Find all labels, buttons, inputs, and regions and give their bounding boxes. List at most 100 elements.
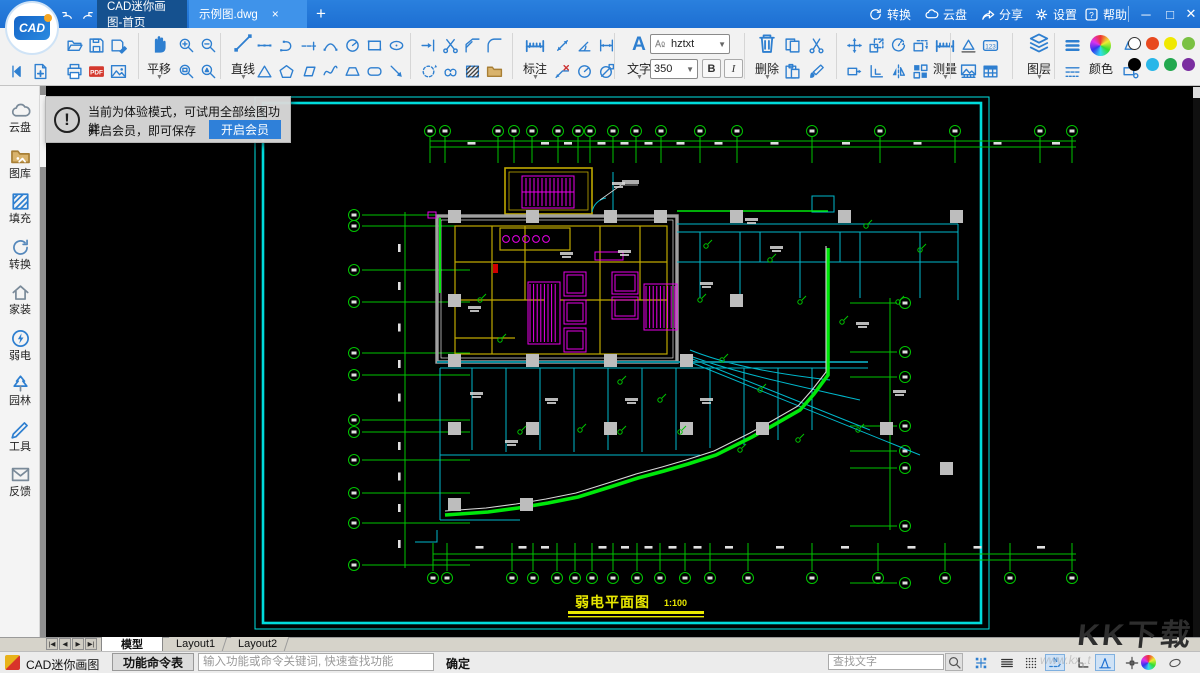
count-button[interactable]: 123 bbox=[980, 35, 1000, 55]
dim-linear-button[interactable] bbox=[596, 35, 616, 55]
color-swatch[interactable] bbox=[1128, 58, 1141, 71]
mirror-button[interactable] bbox=[888, 61, 908, 81]
polyline-button[interactable] bbox=[276, 35, 296, 55]
cut-button[interactable] bbox=[806, 35, 826, 55]
revcloud-button[interactable] bbox=[440, 61, 460, 81]
trim-button[interactable] bbox=[440, 35, 460, 55]
minimize-button[interactable]: ─ bbox=[1134, 0, 1158, 28]
find-text-input[interactable] bbox=[828, 654, 944, 670]
line-button[interactable] bbox=[224, 32, 262, 59]
offset-button[interactable] bbox=[866, 61, 886, 81]
back-button[interactable] bbox=[8, 61, 28, 81]
ok-button[interactable]: 确定 bbox=[446, 655, 470, 672]
save-as-button[interactable] bbox=[108, 35, 128, 55]
color-swatch[interactable] bbox=[1146, 37, 1159, 50]
export-image-button[interactable] bbox=[108, 61, 128, 81]
tab-nav-prev-button[interactable]: ◀ bbox=[59, 638, 71, 650]
zoom-out-button[interactable] bbox=[198, 35, 218, 55]
crosshair-toggle[interactable] bbox=[1122, 654, 1142, 671]
pan-button[interactable] bbox=[140, 32, 178, 59]
maximize-button[interactable]: □ bbox=[1158, 0, 1182, 28]
export-pdf-button[interactable]: PDF bbox=[86, 61, 106, 81]
snap-toggle[interactable] bbox=[971, 654, 991, 671]
print-button[interactable] bbox=[64, 61, 84, 81]
color-swatch[interactable] bbox=[1146, 58, 1159, 71]
new-tab-button[interactable]: + bbox=[310, 0, 332, 28]
undo-button[interactable] bbox=[58, 0, 76, 28]
color-swatch[interactable] bbox=[1164, 58, 1177, 71]
sidebar-item-home-design[interactable]: 家装 bbox=[0, 280, 40, 324]
ellipse-button[interactable] bbox=[386, 35, 406, 55]
stretch-button[interactable] bbox=[844, 61, 864, 81]
delete-button-caret-icon[interactable]: ▼ bbox=[764, 74, 771, 81]
dimension-button[interactable] bbox=[516, 32, 554, 59]
tab-close-icon[interactable]: × bbox=[272, 7, 279, 21]
color-swatch[interactable] bbox=[1182, 37, 1195, 50]
fillet-button[interactable] bbox=[484, 35, 504, 55]
block-library-button[interactable] bbox=[484, 61, 504, 81]
rectangle-button[interactable] bbox=[364, 35, 384, 55]
dim-aligned-button[interactable] bbox=[552, 35, 572, 55]
color-wheel-button[interactable] bbox=[1090, 35, 1111, 56]
share-menu[interactable]: 分享 bbox=[978, 0, 1023, 28]
extend-button[interactable] bbox=[418, 35, 438, 55]
save-button[interactable] bbox=[86, 35, 106, 55]
scale-button[interactable] bbox=[866, 35, 886, 55]
new-file-button[interactable] bbox=[30, 61, 50, 81]
color-swatch[interactable] bbox=[1182, 58, 1195, 71]
rounded-rect-button[interactable] bbox=[364, 61, 384, 81]
layers-button[interactable] bbox=[1020, 32, 1058, 59]
sidebar-item-hatch-fill[interactable]: 填充 bbox=[0, 189, 40, 233]
match-properties-button[interactable] bbox=[806, 61, 826, 81]
dimension-button-caret-icon[interactable]: ▼ bbox=[532, 74, 539, 81]
rotate-button[interactable] bbox=[888, 35, 908, 55]
right-scrollbar-thumb[interactable] bbox=[1193, 87, 1200, 98]
color-button-label[interactable]: 颜色 bbox=[1082, 60, 1120, 77]
sidebar-item-landscape[interactable]: 园林 bbox=[0, 371, 40, 415]
drawing-canvas[interactable]: 弱电平面图 1:100 bbox=[46, 86, 1193, 637]
sidebar-item-weak-current[interactable]: 弱电 bbox=[0, 326, 40, 370]
trapezoid-button[interactable] bbox=[342, 61, 362, 81]
convert-menu[interactable]: 转换 bbox=[866, 0, 911, 28]
parallelogram-button[interactable] bbox=[298, 61, 318, 81]
font-select[interactable]: hztxt▼ bbox=[650, 34, 730, 54]
tab-model[interactable]: 模型 bbox=[101, 637, 163, 651]
sidebar-item-gallery[interactable]: 图库 bbox=[0, 144, 40, 188]
measure-button-caret-icon[interactable]: ▼ bbox=[942, 74, 949, 81]
linetype-scale-button[interactable] bbox=[1062, 61, 1082, 81]
zoom-window-button[interactable] bbox=[176, 61, 196, 81]
pan-button-caret-icon[interactable]: ▼ bbox=[156, 74, 163, 81]
move-button[interactable] bbox=[844, 35, 864, 55]
circle-button[interactable] bbox=[342, 35, 362, 55]
arc-button[interactable] bbox=[320, 35, 340, 55]
arrow-button[interactable] bbox=[386, 61, 406, 81]
command-input[interactable] bbox=[198, 653, 434, 671]
sidebar-item-cloud-disk[interactable]: 云盘 bbox=[0, 98, 40, 142]
hatch-button[interactable] bbox=[462, 61, 482, 81]
command-list-button[interactable]: 功能命令表 bbox=[112, 653, 194, 671]
construction-line-button[interactable] bbox=[298, 35, 318, 55]
help-menu[interactable]: ?帮助 bbox=[1082, 0, 1127, 28]
tab-layout2[interactable]: Layout2 bbox=[227, 637, 290, 651]
layers-button-caret-icon[interactable]: ▼ bbox=[1036, 74, 1043, 81]
polygon-button[interactable] bbox=[276, 61, 296, 81]
color-wheel-toggle[interactable] bbox=[1141, 655, 1156, 670]
dim-radius-button[interactable] bbox=[574, 61, 594, 81]
tab-home[interactable]: CAD迷你画图-首页 bbox=[97, 0, 187, 28]
right-scrollbar[interactable] bbox=[1193, 86, 1200, 637]
zoom-extents-button[interactable] bbox=[198, 61, 218, 81]
spline-button[interactable] bbox=[320, 61, 340, 81]
open-membership-button[interactable]: 开启会员 bbox=[209, 120, 281, 139]
text-size-select[interactable]: 350▼ bbox=[650, 59, 698, 79]
text-button-caret-icon[interactable]: ▼ bbox=[636, 74, 643, 81]
tab-drawing[interactable]: 示例图.dwg × bbox=[189, 0, 307, 28]
search-button[interactable] bbox=[945, 653, 963, 671]
bold-button[interactable]: B bbox=[702, 59, 721, 78]
linetype-button[interactable] bbox=[1062, 35, 1082, 55]
tab-nav-first-button[interactable]: |◀ bbox=[46, 638, 58, 650]
delete-button[interactable] bbox=[748, 32, 786, 59]
dynamic-input-toggle[interactable] bbox=[1095, 654, 1115, 671]
tab-nav-next-button[interactable]: ▶ bbox=[72, 638, 84, 650]
sidebar-item-convert[interactable]: 转换 bbox=[0, 235, 40, 279]
open-button[interactable] bbox=[64, 35, 84, 55]
